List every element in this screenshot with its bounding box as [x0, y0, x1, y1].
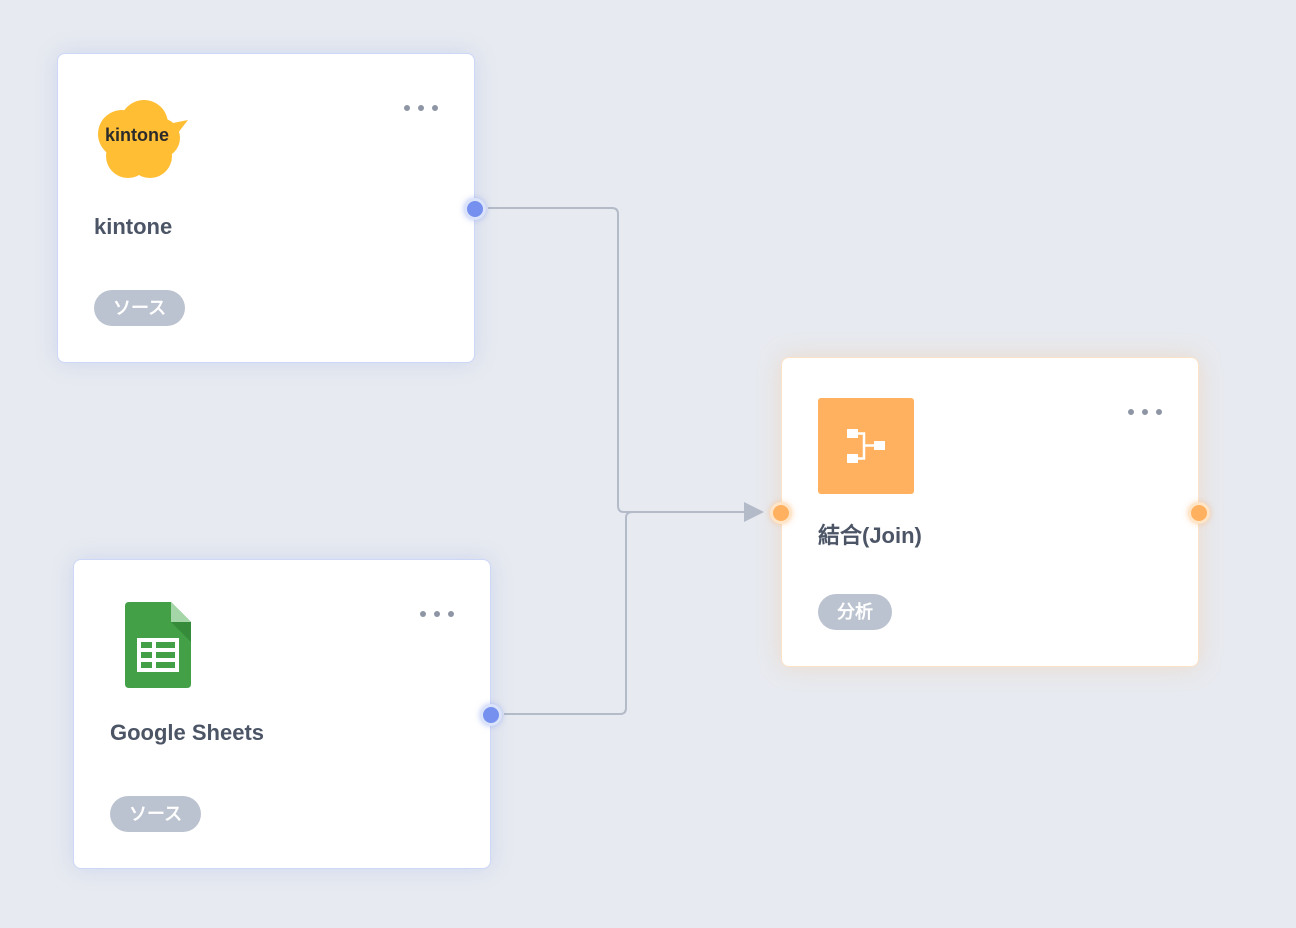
connector-sheets-to-join[interactable] — [504, 511, 746, 715]
connector-arrowhead — [744, 502, 764, 522]
output-port[interactable] — [1188, 502, 1210, 524]
input-port[interactable] — [770, 502, 792, 524]
output-port[interactable] — [464, 198, 486, 220]
join-flow-icon — [818, 398, 914, 494]
more-options-icon[interactable] — [1128, 400, 1162, 424]
output-port[interactable] — [480, 704, 502, 726]
google-sheets-icon — [110, 600, 206, 696]
node-kintone[interactable]: kintone kintone ソース — [57, 53, 486, 363]
node-title: 結合(Join) — [818, 523, 922, 548]
more-options-icon[interactable] — [404, 96, 438, 120]
node-type-badge: 分析 — [818, 594, 892, 630]
node-google-sheets[interactable]: Google Sheets ソース — [73, 559, 502, 869]
node-join[interactable]: 結合(Join) 分析 — [770, 357, 1210, 667]
node-type-badge: ソース — [94, 290, 186, 326]
svg-text:kintone: kintone — [105, 125, 169, 145]
kintone-logo-icon: kintone — [94, 94, 190, 190]
node-title: kintone — [94, 214, 173, 239]
node-title: Google Sheets — [110, 720, 265, 745]
node-type-badge: ソース — [110, 796, 202, 832]
connector-kintone-to-join[interactable] — [488, 207, 746, 513]
pipeline-canvas[interactable]: kintone kintone ソース Google Sheets ソース 結合… — [0, 0, 1296, 928]
more-options-icon[interactable] — [420, 602, 454, 626]
